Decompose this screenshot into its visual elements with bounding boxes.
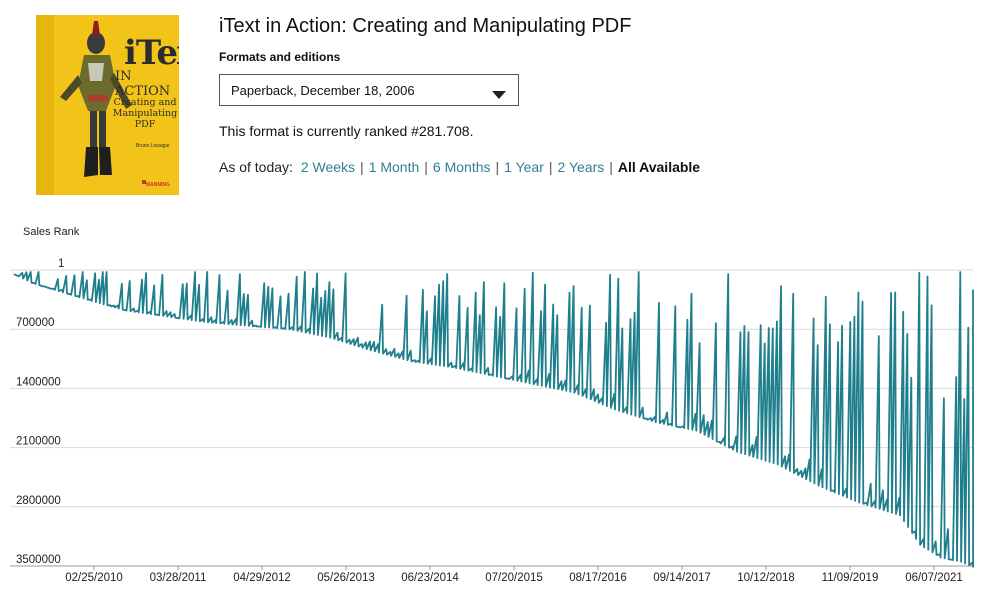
cover-subtitle: IN ACTION (115, 69, 171, 99)
x-tick-label: 08/17/2016 (569, 572, 627, 584)
x-tick-label: 04/29/2012 (233, 572, 291, 584)
formats-label: Formats and editions (219, 50, 341, 64)
sales-rank-line (13, 271, 974, 568)
x-tick-label: 07/20/2015 (485, 572, 543, 584)
y-tick-label: 3500000 (16, 554, 61, 566)
caret-down-icon (492, 86, 506, 104)
range-6-months[interactable]: 6 Months (433, 159, 491, 175)
x-tick-label: 06/23/2014 (401, 572, 459, 584)
chart-y-axis-title: Sales Rank (23, 226, 80, 238)
y-tick-label: 2100000 (16, 436, 61, 448)
range-2-years[interactable]: 2 Years (558, 159, 605, 175)
book-cover: iText IN ACTION Creating and Manipulatin… (36, 15, 179, 195)
y-tick-label: 1 (58, 258, 64, 270)
format-select[interactable]: Paperback, December 18, 2006 (219, 74, 519, 106)
rank-text: This format is currently ranked #281.708… (219, 123, 474, 139)
book-title: iText in Action: Creating and Manipulati… (219, 15, 632, 37)
range-1-year[interactable]: 1 Year (504, 159, 544, 175)
format-select-value: Paperback, December 18, 2006 (231, 83, 415, 98)
y-tick-label: 2800000 (16, 495, 61, 507)
cover-author: Bruno Lowagie (136, 143, 170, 149)
cover-tagline: Creating and Manipulating PDF (112, 97, 178, 130)
x-tick-label: 11/09/2019 (822, 572, 879, 584)
cover-title: iText (124, 33, 179, 73)
range-all-available[interactable]: All Available (618, 159, 700, 175)
time-range-selector: As of today: 2 Weeks | 1 Month | 6 Months | 1 … (219, 159, 701, 175)
range-prefix: As of today: (219, 159, 293, 175)
x-tick-label: 06/07/2021 (905, 572, 963, 584)
x-tick-label: 02/25/2010 (65, 572, 123, 584)
sales-rank-chart: 1 700000 1400000 2100000 2800000 3500000 02/2… (10, 258, 974, 584)
range-2-weeks[interactable]: 2 Weeks (301, 159, 355, 175)
x-tick-label: 09/14/2017 (653, 572, 711, 584)
x-tick-label: 10/12/2018 (737, 572, 795, 584)
y-tick-label: 1400000 (16, 376, 61, 388)
cover-publisher: MANNING (146, 182, 170, 188)
y-tick-label: 700000 (16, 317, 54, 329)
x-tick-label: 05/26/2013 (317, 572, 375, 584)
x-tick-label: 03/28/2011 (150, 572, 207, 584)
range-1-month[interactable]: 1 Month (369, 159, 420, 175)
